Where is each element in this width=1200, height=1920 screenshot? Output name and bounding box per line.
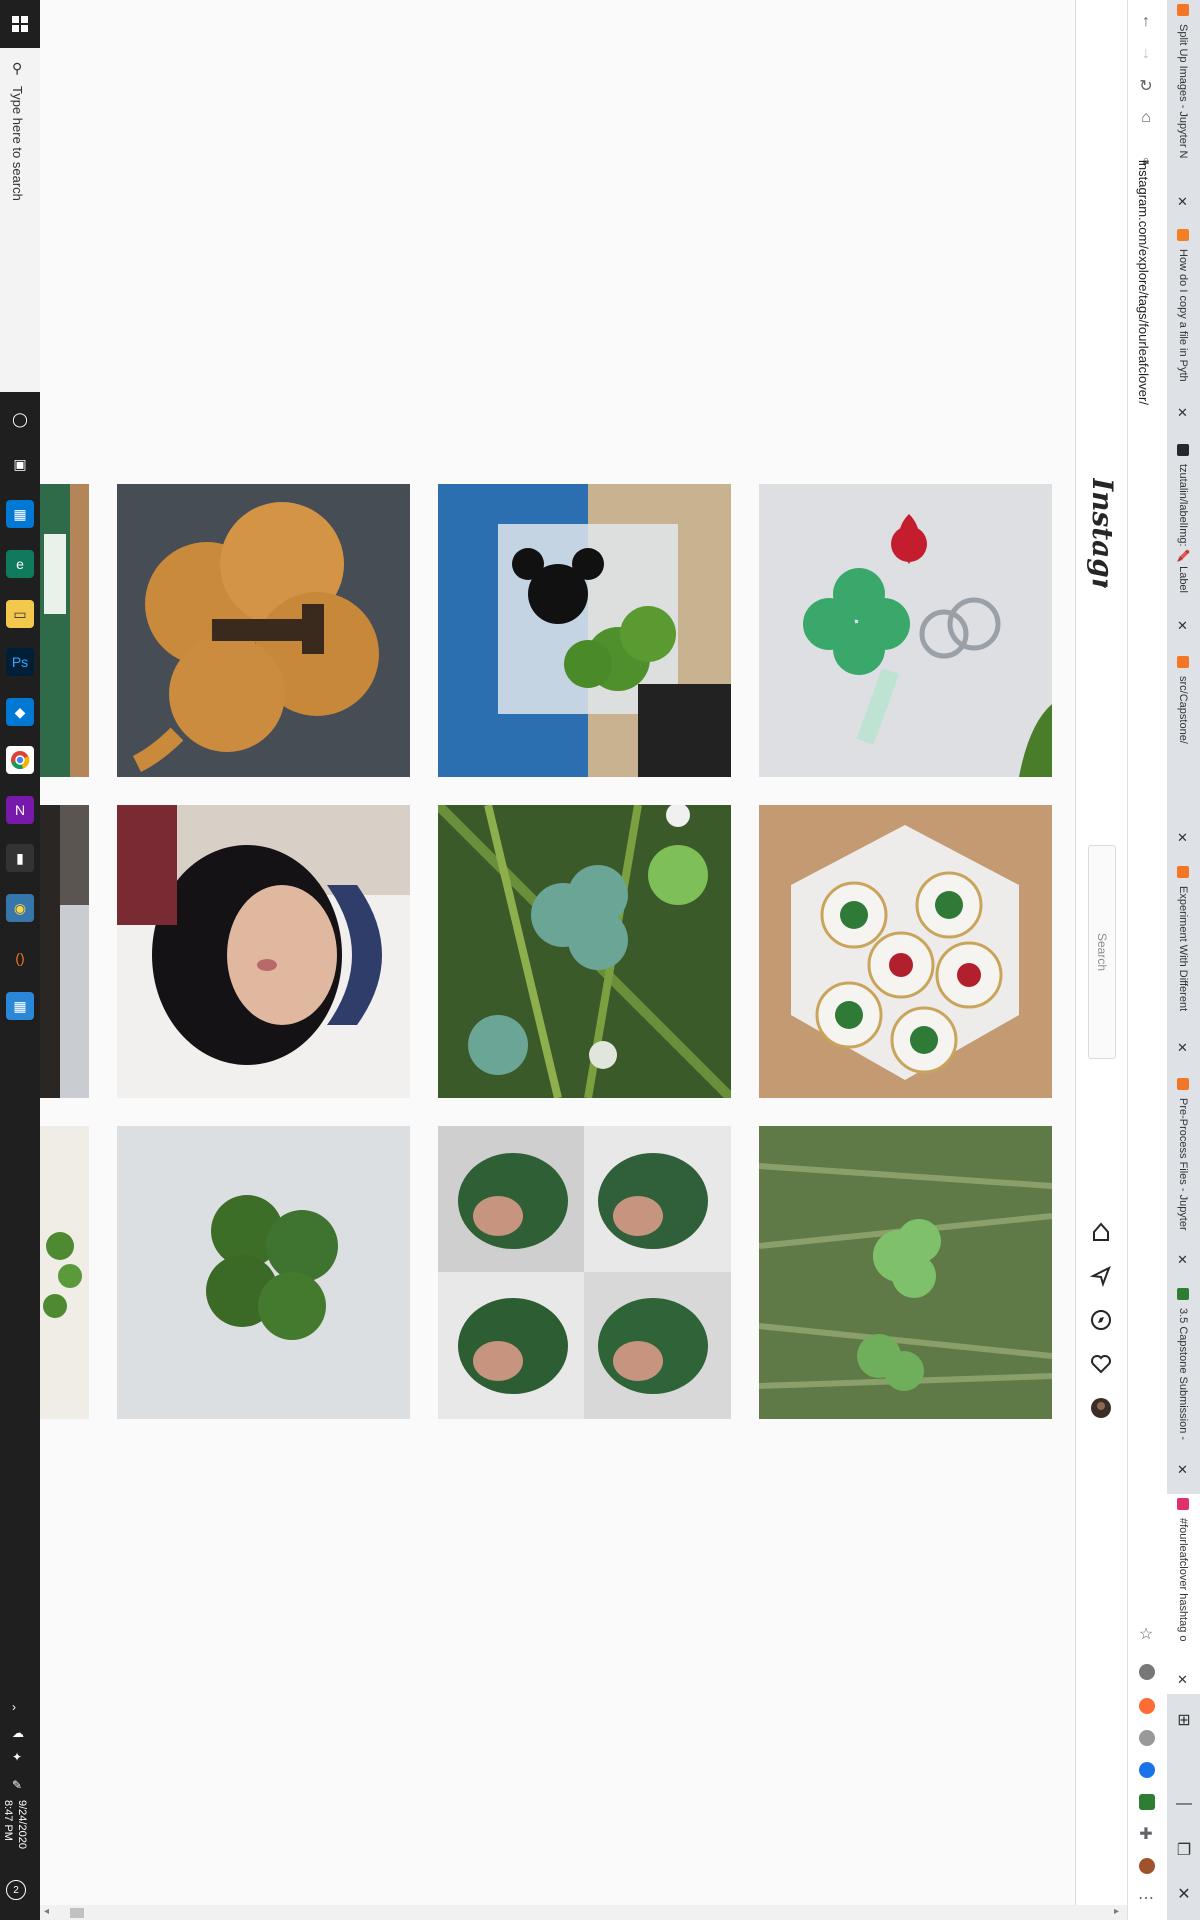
file-explorer-icon[interactable]: ▭ bbox=[6, 600, 34, 628]
terminal-icon[interactable]: ▮ bbox=[6, 844, 34, 872]
extension-blue-icon[interactable] bbox=[1139, 1762, 1155, 1778]
direct-message-icon[interactable] bbox=[1089, 1264, 1113, 1288]
tab-favicon bbox=[1177, 229, 1189, 241]
close-icon[interactable]: ✕ bbox=[1177, 1252, 1188, 1268]
back-arrow-icon[interactable]: ↑ bbox=[1134, 10, 1158, 34]
chrome-icon[interactable] bbox=[6, 746, 34, 774]
clock-time: 8:47 PM bbox=[2, 1800, 14, 1841]
scroll-right-arrow-icon[interactable]: ▸ bbox=[1114, 1906, 1119, 1917]
extensions-puzzle-icon[interactable]: ✚ bbox=[1134, 1822, 1158, 1846]
dropbox-icon[interactable]: ✦ bbox=[12, 1750, 22, 1764]
jupyter-icon[interactable]: () bbox=[6, 944, 34, 972]
python-icon[interactable]: ◉ bbox=[6, 894, 34, 922]
browser-tab[interactable]: How do I copy a file in Pyth ✕ bbox=[1167, 225, 1200, 427]
tab-favicon bbox=[1177, 656, 1189, 668]
window-close-icon[interactable]: ✕ bbox=[1172, 1882, 1196, 1906]
minimize-icon[interactable]: — bbox=[1172, 1792, 1196, 1816]
tab-label: 3.5 Capstone Submission - bbox=[1177, 1308, 1189, 1441]
windows-logo-icon bbox=[12, 16, 28, 32]
explore-compass-icon[interactable] bbox=[1089, 1308, 1113, 1332]
post-tile[interactable] bbox=[117, 1126, 410, 1419]
tab-label: Split Up Images - Jupyter N bbox=[1177, 24, 1189, 159]
tab-label: How do I copy a file in Pyth bbox=[1177, 249, 1189, 382]
address-bar-url[interactable]: instagram.com/explore/tags/fourleafclove… bbox=[1136, 160, 1151, 450]
cortana-icon[interactable]: ◯ bbox=[6, 405, 34, 433]
browser-tab-active[interactable]: #fourleafclover hashtag o ✕ bbox=[1167, 1494, 1200, 1694]
tab-favicon bbox=[1177, 866, 1189, 878]
profile-z-avatar[interactable] bbox=[1139, 1858, 1155, 1874]
close-icon[interactable]: ✕ bbox=[1177, 194, 1188, 210]
tab-favicon bbox=[1177, 1288, 1189, 1300]
post-tile[interactable] bbox=[40, 1126, 89, 1419]
reload-icon[interactable]: ↻ bbox=[1134, 74, 1158, 98]
home-button-icon[interactable]: ⌂ bbox=[1134, 106, 1158, 130]
extension-green-icon[interactable] bbox=[1139, 1794, 1155, 1810]
tab-label: Experiment With Different bbox=[1177, 886, 1189, 1012]
tab-label: tzutalin/labelImg: 🖍️ Label bbox=[1177, 464, 1189, 593]
tab-label: src/Capstone/ bbox=[1177, 676, 1189, 744]
new-tab-icon[interactable]: ⊞ bbox=[1172, 1708, 1196, 1732]
close-icon[interactable]: ✕ bbox=[1177, 1462, 1188, 1478]
extension-orange-icon[interactable] bbox=[1139, 1698, 1155, 1714]
post-tile[interactable] bbox=[438, 484, 731, 777]
onedrive-icon[interactable]: ☁ bbox=[12, 1726, 24, 1740]
post-tile[interactable] bbox=[438, 1126, 731, 1419]
browser-tab[interactable]: 3.5 Capstone Submission - ✕ bbox=[1167, 1284, 1200, 1484]
tab-favicon bbox=[1177, 1498, 1189, 1510]
post-tile[interactable] bbox=[759, 484, 1052, 777]
extension-g-icon[interactable] bbox=[1139, 1664, 1155, 1680]
close-icon[interactable]: ✕ bbox=[1177, 405, 1188, 421]
search-placeholder: Search bbox=[1095, 932, 1109, 972]
post-tile[interactable] bbox=[40, 484, 89, 777]
forward-arrow-icon[interactable]: ↓ bbox=[1134, 42, 1158, 66]
close-icon[interactable]: ✕ bbox=[1177, 618, 1188, 634]
scrollbar-thumb[interactable] bbox=[70, 1908, 84, 1918]
taskbar-search-placeholder: Type here to search bbox=[10, 86, 25, 201]
start-button[interactable] bbox=[0, 0, 40, 48]
search-icon: ⚲ bbox=[12, 60, 23, 76]
vscode-icon[interactable]: ◆ bbox=[6, 698, 34, 726]
post-tile[interactable] bbox=[117, 805, 410, 1098]
instagram-logo[interactable]: Instagram bbox=[1085, 478, 1119, 588]
browser-tab[interactable]: Pre-Process Files - Jupyter ✕ bbox=[1167, 1074, 1200, 1274]
post-tile[interactable] bbox=[40, 805, 89, 1098]
close-icon[interactable]: ✕ bbox=[1177, 830, 1188, 846]
restore-icon[interactable]: ❐ bbox=[1172, 1838, 1196, 1862]
bookmark-star-icon[interactable]: ☆ bbox=[1134, 1622, 1158, 1646]
browser-tab[interactable]: tzutalin/labelImg: 🖍️ Label ✕ bbox=[1167, 440, 1200, 640]
scroll-left-arrow-icon[interactable]: ◂ bbox=[44, 1906, 49, 1917]
post-tile[interactable] bbox=[438, 805, 731, 1098]
home-icon[interactable] bbox=[1089, 1220, 1113, 1244]
search-input[interactable]: Search bbox=[1088, 845, 1116, 1059]
extension-gray-icon[interactable] bbox=[1139, 1730, 1155, 1746]
notification-badge[interactable]: 2 bbox=[6, 1880, 26, 1900]
browser-tab[interactable]: src/Capstone/ ✕ bbox=[1167, 652, 1200, 852]
post-tile[interactable] bbox=[759, 1126, 1052, 1419]
tab-favicon bbox=[1177, 1078, 1189, 1090]
microsoft-store-icon[interactable]: ▦ bbox=[6, 500, 34, 528]
clock-date: 9/24/2020 bbox=[16, 1800, 28, 1849]
profile-avatar[interactable] bbox=[1089, 1396, 1113, 1420]
browser-tab[interactable]: Experiment With Different ✕ bbox=[1167, 862, 1200, 1062]
tab-favicon bbox=[1177, 4, 1189, 16]
task-view-icon[interactable]: ▣ bbox=[6, 450, 34, 478]
close-icon[interactable]: ✕ bbox=[1177, 1040, 1188, 1056]
post-tile[interactable] bbox=[759, 805, 1052, 1098]
tab-label: Pre-Process Files - Jupyter bbox=[1177, 1098, 1189, 1231]
horizontal-scrollbar[interactable] bbox=[40, 1905, 1127, 1920]
calculator-icon[interactable]: ▦ bbox=[6, 992, 34, 1020]
close-icon[interactable]: ✕ bbox=[1177, 1672, 1188, 1688]
menu-dots-icon[interactable]: ⋯ bbox=[1134, 1886, 1158, 1910]
edge-icon[interactable]: e bbox=[6, 550, 34, 578]
taskbar-clock[interactable]: 8:47 PM 9/24/2020 bbox=[2, 1800, 38, 1890]
browser-tab[interactable]: Split Up Images - Jupyter N ✕ bbox=[1167, 0, 1200, 210]
tab-favicon bbox=[1177, 444, 1189, 456]
heart-icon[interactable] bbox=[1089, 1352, 1113, 1376]
photoshop-icon[interactable]: Ps bbox=[6, 648, 34, 676]
post-tile[interactable] bbox=[117, 484, 410, 777]
onenote-icon[interactable]: N bbox=[6, 796, 34, 824]
pen-icon[interactable]: ✎ bbox=[12, 1778, 22, 1792]
chevron-up-icon[interactable]: › bbox=[12, 1700, 16, 1714]
tab-label: #fourleafclover hashtag o bbox=[1177, 1518, 1189, 1642]
